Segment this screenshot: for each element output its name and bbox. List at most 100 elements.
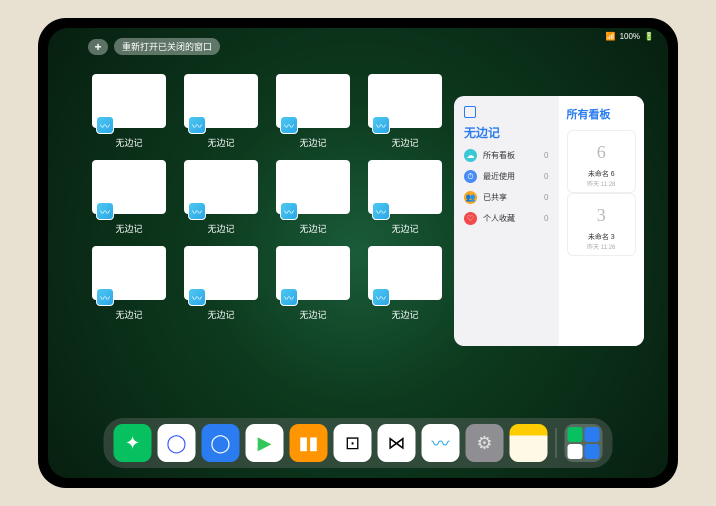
dock-app-settings[interactable]: ⚙ (466, 424, 504, 462)
freeform-app-icon: 〰 (188, 116, 206, 134)
tile-preview: 〰 (276, 74, 350, 128)
window-tile[interactable]: 〰无边记 (368, 160, 442, 236)
board-card[interactable]: 3未命名 3昨天 11:26 (567, 193, 637, 256)
window-grid: 〰无边记〰无边记〰无边记〰无边记〰无边记〰无边记〰无边记〰无边记〰无边记〰无边记… (92, 74, 442, 322)
tile-preview: 〰 (184, 246, 258, 300)
window-tile[interactable]: 〰无边记 (184, 160, 258, 236)
tile-preview: 〰 (92, 74, 166, 128)
tile-preview: 〰 (368, 160, 442, 214)
battery-label: 100% (620, 32, 640, 41)
board-thumbnail: 6 (581, 135, 621, 169)
ipad-frame: 📶 100% 🔋 + 重新打开已关闭的窗口 〰无边记〰无边记〰无边记〰无边记〰无… (38, 18, 678, 488)
dock-app-notes[interactable] (510, 424, 548, 462)
window-tile[interactable]: 〰无边记 (276, 246, 350, 322)
window-tile[interactable]: 〰无边记 (92, 74, 166, 150)
panel-item-label: 所有看板 (483, 150, 515, 161)
tile-preview: 〰 (276, 160, 350, 214)
tile-preview: 〰 (184, 160, 258, 214)
window-tile[interactable]: 〰无边记 (184, 246, 258, 322)
board-label: 未命名 3 (588, 232, 615, 242)
new-window-button[interactable]: + (88, 39, 108, 55)
dock-app-freeform[interactable]: 〰 (422, 424, 460, 462)
freeform-app-icon: 〰 (188, 288, 206, 306)
dock: ✦◯◯▶▮▮⊡⋈〰⚙ (104, 418, 613, 468)
freeform-app-icon: 〰 (96, 116, 114, 134)
tile-label: 无边记 (207, 222, 234, 235)
panel-title: 无边记 (464, 124, 549, 141)
tile-preview: 〰 (92, 246, 166, 300)
top-controls: + 重新打开已关闭的窗口 (88, 38, 220, 55)
reopen-closed-window-button[interactable]: 重新打开已关闭的窗口 (114, 38, 220, 55)
tile-label: 无边记 (115, 222, 142, 235)
panel-item[interactable]: ♡ 个人收藏 0 (464, 212, 549, 225)
tile-preview: 〰 (276, 246, 350, 300)
tile-label: 无边记 (207, 136, 234, 149)
panel-item-count: 0 (544, 172, 548, 181)
tile-label: 无边记 (115, 136, 142, 149)
category-icon: ⏱ (464, 170, 477, 183)
window-tile[interactable]: 〰无边记 (276, 74, 350, 150)
dock-app-dice[interactable]: ⊡ (334, 424, 372, 462)
freeform-app-icon: 〰 (96, 288, 114, 306)
board-thumbnail: 3 (581, 198, 621, 232)
window-tile[interactable]: 〰无边记 (92, 246, 166, 322)
signal-icon: 📶 (606, 32, 616, 41)
category-icon: ☁ (464, 149, 477, 162)
screen: 📶 100% 🔋 + 重新打开已关闭的窗口 〰无边记〰无边记〰无边记〰无边记〰无… (48, 28, 668, 478)
panel-item[interactable]: ☁ 所有看板 0 (464, 149, 549, 162)
panel-item-label: 个人收藏 (483, 213, 515, 224)
window-tile[interactable]: 〰无边记 (276, 160, 350, 236)
dock-app-play[interactable]: ▶ (246, 424, 284, 462)
window-tile[interactable]: 〰无边记 (368, 246, 442, 322)
panel-item[interactable]: 👥 已共享 0 (464, 191, 549, 204)
tile-label: 无边记 (391, 308, 418, 321)
freeform-app-icon: 〰 (280, 202, 298, 220)
tile-label: 无边记 (391, 136, 418, 149)
dock-app-quark[interactable]: ◯ (158, 424, 196, 462)
panel-item-count: 0 (544, 193, 548, 202)
tile-label: 无边记 (299, 136, 326, 149)
dock-app-connect[interactable]: ⋈ (378, 424, 416, 462)
dock-app-qqbrowser[interactable]: ◯ (202, 424, 240, 462)
panel-navigation: 无边记 ☁ 所有看板 0 ⏱ 最近使用 0 👥 已共享 0 ♡ 个人收藏 0 (454, 96, 559, 346)
freeform-app-icon: 〰 (280, 116, 298, 134)
board-timestamp: 昨天 11:28 (587, 179, 615, 188)
dock-app-library[interactable] (565, 424, 603, 462)
panel-item[interactable]: ⏱ 最近使用 0 (464, 170, 549, 183)
tile-preview: 〰 (368, 246, 442, 300)
tile-preview: 〰 (92, 160, 166, 214)
tile-preview: 〰 (184, 74, 258, 128)
panel-item-count: 0 (544, 214, 548, 223)
boards-title: 所有看板 (567, 106, 637, 122)
window-tile[interactable]: 〰无边记 (368, 74, 442, 150)
freeform-app-icon: 〰 (188, 202, 206, 220)
category-icon: 👥 (464, 191, 477, 204)
board-timestamp: 昨天 11:26 (587, 242, 615, 251)
dock-separator (556, 428, 557, 458)
panel-item-label: 已共享 (483, 192, 507, 203)
window-tile[interactable]: 〰无边记 (92, 160, 166, 236)
panel-boards: 所有看板 6未命名 6昨天 11:283未命名 3昨天 11:26 (559, 96, 645, 346)
freeform-app-icon: 〰 (96, 202, 114, 220)
panel-item-label: 最近使用 (483, 171, 515, 182)
tile-preview: 〰 (368, 74, 442, 128)
window-tile[interactable]: 〰无边记 (184, 74, 258, 150)
freeform-app-icon: 〰 (280, 288, 298, 306)
dock-app-wechat[interactable]: ✦ (114, 424, 152, 462)
freeform-app-icon: 〰 (372, 202, 390, 220)
freeform-app-icon: 〰 (372, 288, 390, 306)
tile-label: 无边记 (299, 308, 326, 321)
board-label: 未命名 6 (588, 169, 615, 179)
status-bar: 📶 100% 🔋 (606, 32, 654, 41)
board-card[interactable]: 6未命名 6昨天 11:28 (567, 130, 637, 193)
dock-app-books[interactable]: ▮▮ (290, 424, 328, 462)
tile-label: 无边记 (115, 308, 142, 321)
tile-label: 无边记 (207, 308, 234, 321)
tile-label: 无边记 (391, 222, 418, 235)
sidebar-panel: ••• 无边记 ☁所有看板0⏱最近使用0👥已共享0♡个人收藏0 所有看板 6未命… (454, 96, 644, 346)
battery-icon: 🔋 (644, 32, 654, 41)
category-icon: ♡ (464, 212, 477, 225)
panel-item-count: 0 (544, 151, 548, 160)
sidebar-icon (464, 106, 476, 118)
freeform-app-icon: 〰 (372, 116, 390, 134)
